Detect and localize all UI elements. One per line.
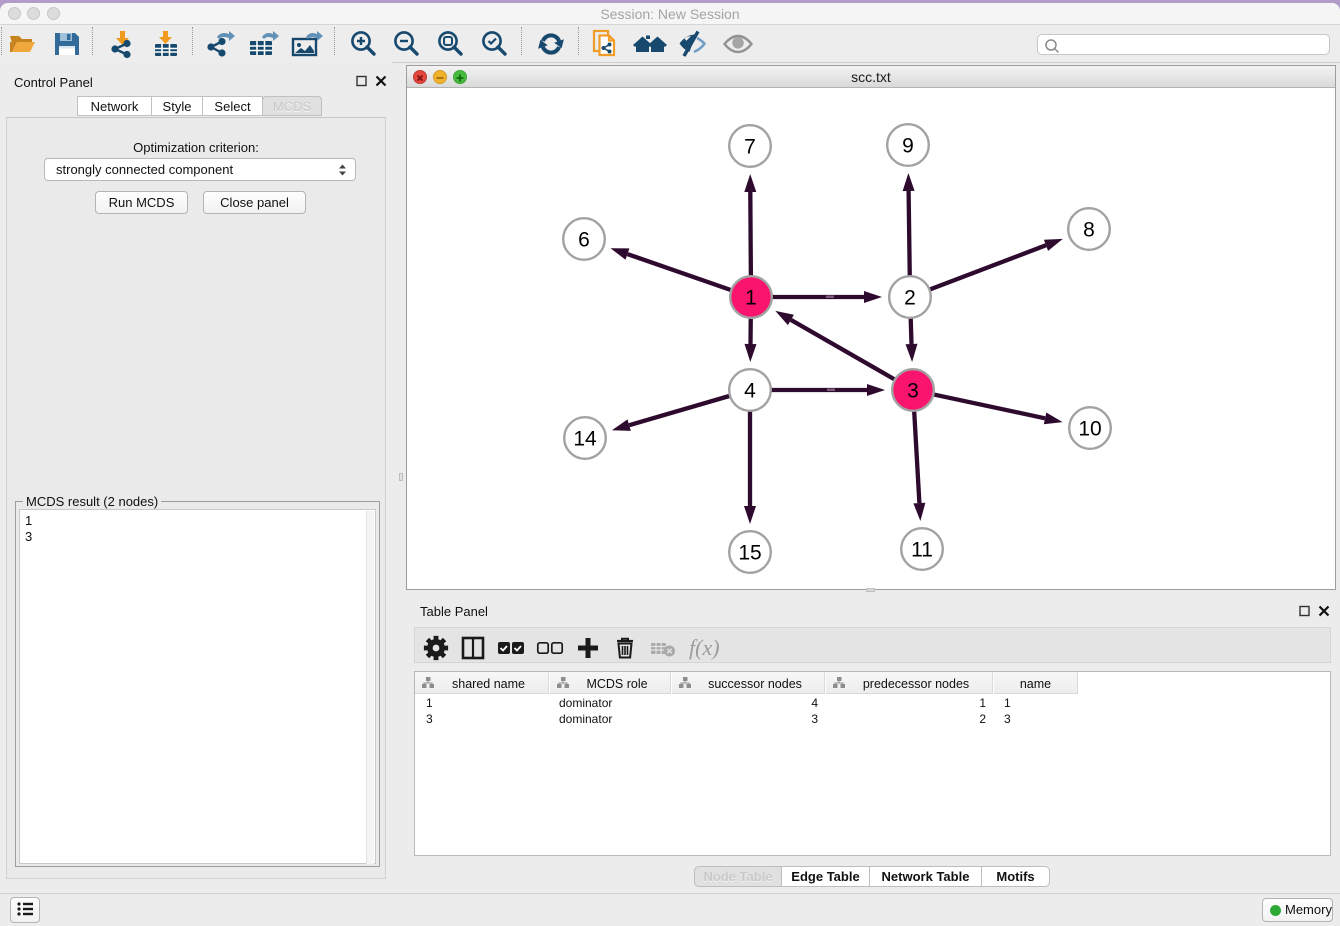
svg-text:15: 15: [738, 542, 761, 565]
svg-text:9: 9: [902, 135, 914, 158]
svg-text:8: 8: [1083, 219, 1095, 242]
svg-text:2: 2: [904, 287, 916, 310]
svg-text:3: 3: [907, 380, 919, 403]
svg-text:4: 4: [744, 380, 756, 403]
svg-text:7: 7: [744, 136, 756, 159]
svg-text:10: 10: [1078, 418, 1101, 441]
svg-text:11: 11: [911, 539, 933, 562]
svg-text:14: 14: [573, 428, 597, 451]
svg-text:1: 1: [745, 287, 757, 310]
svg-text:6: 6: [578, 229, 590, 252]
